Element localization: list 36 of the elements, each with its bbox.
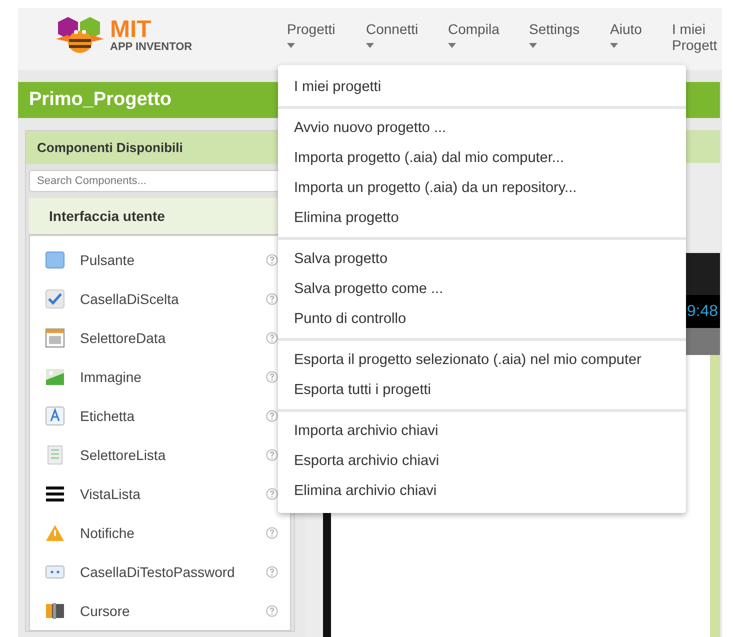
listpicker-icon [45,444,65,464]
menu-item[interactable]: I miei Progett [672,21,722,53]
logo-subtitle: APP INVENTOR [110,41,192,53]
caret-icon [287,43,295,48]
caret-icon [448,43,456,48]
label-icon [45,406,65,426]
help-icon[interactable] [266,488,278,500]
slider-icon [45,600,65,620]
caret-icon [529,43,537,48]
menu-item[interactable]: Settings [529,21,610,53]
menu-item[interactable]: Aiuto [610,21,672,53]
help-icon[interactable] [266,370,278,382]
button-icon [45,250,65,270]
caret-icon [610,43,618,48]
menu-item[interactable]: Connetti [366,21,448,53]
listview-icon [45,484,65,504]
caret-icon [366,43,374,48]
help-icon[interactable] [266,254,278,266]
clock: 9:48 [686,302,718,320]
help-icon[interactable] [266,526,278,538]
component-item[interactable]: Cursore [30,591,290,630]
help-icon[interactable] [266,292,278,304]
logo-title: MIT [110,19,152,41]
help-icon[interactable] [266,332,278,344]
menu-item[interactable]: Compila [448,21,529,53]
help-icon[interactable] [266,604,278,616]
help-icon[interactable] [266,566,278,578]
image-icon [45,366,65,386]
notifier-icon [45,522,65,542]
help-icon[interactable] [266,448,278,460]
component-item[interactable]: Notifiche [30,513,290,552]
checkbox-icon [45,288,65,308]
menu-item[interactable]: Progetti [287,21,366,53]
datepicker-icon [45,328,65,348]
component-item[interactable]: CasellaDiTestoPassword [30,552,290,591]
help-icon[interactable] [266,410,278,422]
